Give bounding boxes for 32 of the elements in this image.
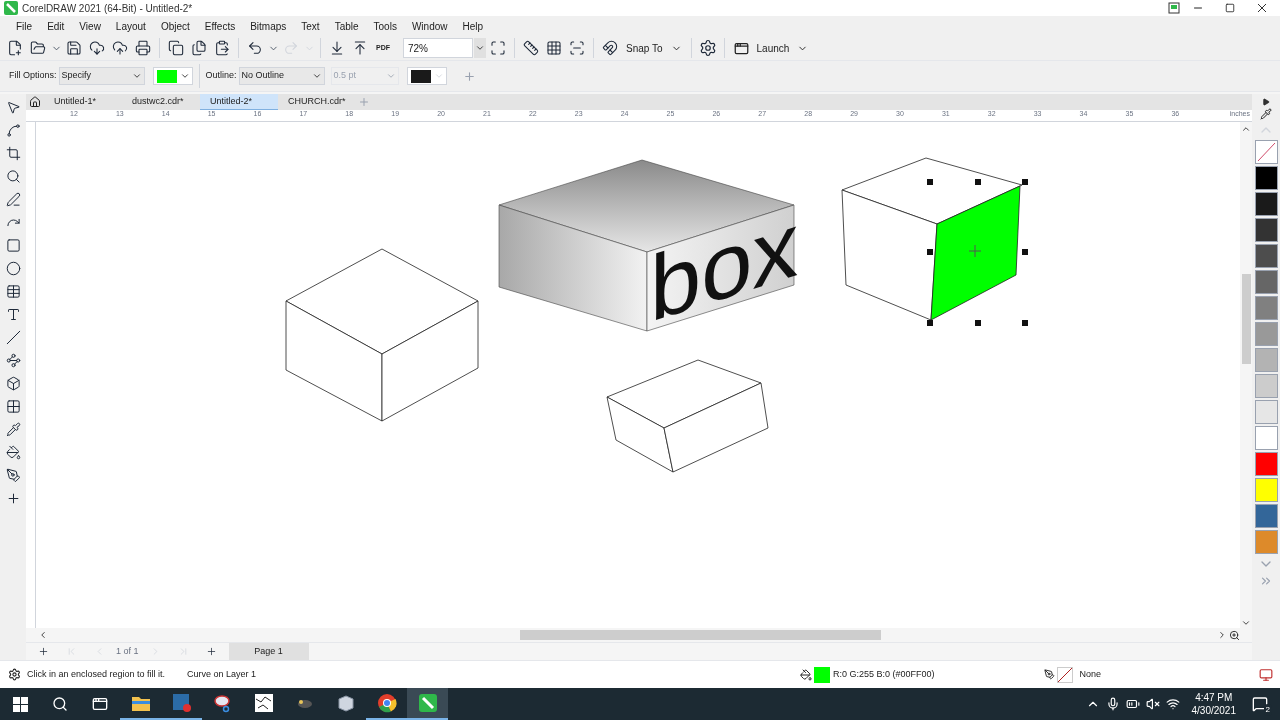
box-label: box (650, 191, 799, 342)
menu-item[interactable]: Bitmaps (244, 17, 293, 35)
page-tab[interactable]: Page 1 (228, 642, 309, 661)
launch-button[interactable]: Launch (729, 37, 813, 59)
menu-item[interactable]: File (10, 17, 39, 35)
menu-item[interactable]: View (73, 17, 107, 35)
menu-item[interactable]: Window (405, 17, 454, 35)
clock-time: 4:47 PM (1195, 691, 1233, 704)
notifications-button[interactable]: 2 (1240, 688, 1280, 720)
window-title: CorelDRAW 2021 (64-Bit) - Untitled-2* (22, 1, 193, 16)
fill-options-label: Fill Options: (9, 69, 57, 83)
zoom-field[interactable]: 72% (403, 38, 473, 58)
menu-item[interactable]: Object (154, 17, 196, 35)
outline-label: Outline: (205, 69, 237, 83)
outline-select[interactable]: No Outline (238, 67, 325, 85)
menu-item[interactable]: Layout (109, 17, 152, 35)
outline-text: None (1079, 667, 1101, 681)
menu-item[interactable]: Effects (198, 17, 242, 35)
fill-options-select[interactable]: Specify (58, 67, 145, 85)
snap-to-button[interactable]: Snap To (622, 37, 686, 59)
fill-color-text: R:0 G:255 B:0 (#00FF00) (832, 667, 935, 681)
menu-item[interactable]: Table (328, 17, 365, 35)
document-tab[interactable]: Untitled-2* (200, 94, 278, 110)
status-hint: Click in an enclosed region to fill it. (27, 667, 166, 681)
clock-date: 4/30/2021 (1191, 704, 1236, 717)
page-counter: 1 of 1 (116, 644, 139, 658)
clock[interactable]: 4:47 PM 4/30/2021 (1187, 691, 1240, 717)
menu-item[interactable]: Edit (41, 17, 71, 35)
menu-item[interactable]: Tools (367, 17, 403, 35)
menu-item[interactable]: Help (456, 17, 490, 35)
menu-item[interactable]: Text (295, 17, 326, 35)
status-object: Curve on Layer 1 (187, 667, 257, 681)
